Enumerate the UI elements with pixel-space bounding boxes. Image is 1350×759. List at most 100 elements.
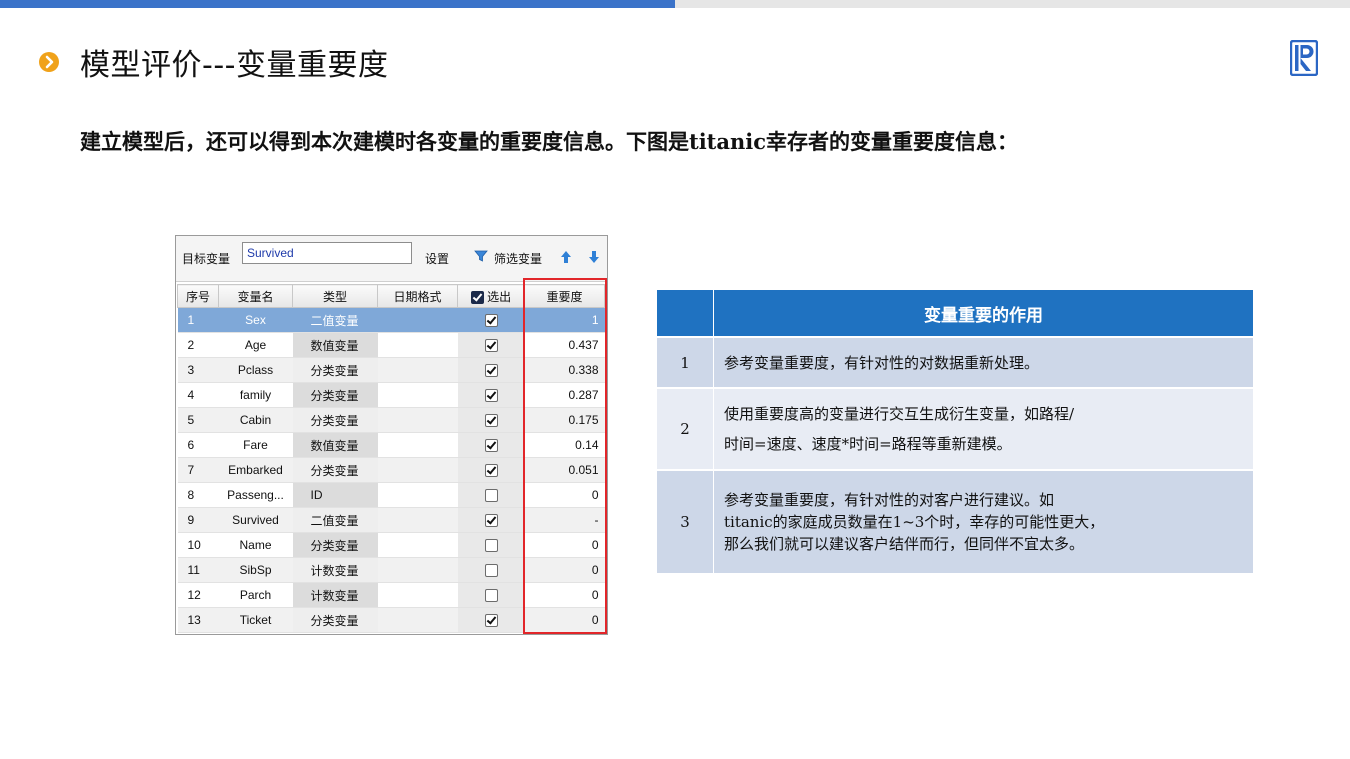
- row-index: 5: [177, 407, 219, 433]
- select-checkbox[interactable]: [484, 464, 498, 478]
- info-row-text: 使用重要度高的变量进行交互生成衍生变量，如路程/ 时间=速度、速度*时间=路程等…: [713, 387, 1253, 470]
- importance-value: 0.287: [524, 382, 605, 408]
- table-row[interactable]: 6 Fare 数值变量 0.14: [177, 432, 605, 458]
- select-all-checkbox[interactable]: [470, 290, 484, 304]
- select-checkbox[interactable]: [484, 339, 498, 353]
- select-checkbox[interactable]: [484, 539, 498, 553]
- select-checkbox[interactable]: [484, 614, 498, 628]
- table-row[interactable]: 10 Name 分类变量 0: [177, 532, 605, 558]
- info-row: 2 使用重要度高的变量进行交互生成衍生变量，如路程/ 时间=速度、速度*时间=路…: [657, 387, 1253, 470]
- selected-cell: [457, 482, 525, 508]
- selected-cell: [457, 407, 525, 433]
- date-format-cell[interactable]: [377, 407, 458, 433]
- select-checkbox[interactable]: [484, 489, 498, 503]
- row-index: 7: [177, 457, 219, 483]
- date-format-cell[interactable]: [377, 332, 458, 358]
- variable-type-select[interactable]: 数值变量: [292, 432, 378, 458]
- info-text-line: 时间=速度、速度*时间=路程等重新建模。: [724, 435, 1012, 453]
- top-gray-bar: [675, 0, 1350, 8]
- importance-value: 0.14: [524, 432, 605, 458]
- settings-button[interactable]: 设置: [425, 250, 449, 267]
- variable-type-select[interactable]: ID: [292, 482, 378, 508]
- variable-type-select[interactable]: 分类变量: [292, 407, 378, 433]
- info-header-title: 变量重要的作用: [713, 290, 1253, 337]
- table-row[interactable]: 2 Age 数值变量 0.437: [177, 332, 605, 358]
- date-format-cell[interactable]: [377, 457, 458, 483]
- selected-cell: [457, 382, 525, 408]
- col-header-selected[interactable]: 选出: [457, 284, 525, 308]
- info-row-num: 2: [657, 387, 714, 470]
- info-row-text: 参考变量重要度，有针对性的对客户进行建议。如 titanic的家庭成员数量在1~…: [713, 469, 1253, 573]
- variable-type-select[interactable]: 计数变量: [292, 557, 378, 583]
- date-format-cell[interactable]: [377, 357, 458, 383]
- importance-value: 0.175: [524, 407, 605, 433]
- select-checkbox[interactable]: [484, 414, 498, 428]
- filter-variables-button[interactable]: 筛选变量: [494, 250, 542, 267]
- filter-icon[interactable]: [473, 248, 489, 267]
- select-checkbox[interactable]: [484, 514, 498, 528]
- variable-type-select[interactable]: 分类变量: [292, 382, 378, 408]
- variable-type-select[interactable]: 分类变量: [292, 457, 378, 483]
- variable-name: SibSp: [218, 557, 293, 583]
- selected-cell: [457, 582, 525, 608]
- info-row: 1 参考变量重要度，有针对性的对数据重新处理。: [657, 336, 1253, 388]
- arrow-down-icon[interactable]: [587, 249, 601, 268]
- table-row[interactable]: 11 SibSp 计数变量 0: [177, 557, 605, 583]
- importance-value: 0: [524, 607, 605, 633]
- selected-cell: [457, 607, 525, 633]
- variable-type-select[interactable]: 分类变量: [292, 357, 378, 383]
- date-format-cell[interactable]: [377, 482, 458, 508]
- table-row[interactable]: 1 Sex 二值变量 1: [177, 307, 605, 333]
- date-format-cell[interactable]: [377, 507, 458, 533]
- date-format-cell[interactable]: [377, 432, 458, 458]
- info-text-line: titanic的家庭成员数量在1~3个时，幸存的可能性更大，: [724, 513, 1105, 531]
- table-row[interactable]: 8 Passeng... ID 0: [177, 482, 605, 508]
- date-format-cell[interactable]: [377, 532, 458, 558]
- table-row[interactable]: 4 family 分类变量 0.287: [177, 382, 605, 408]
- variable-type-select[interactable]: 数值变量: [292, 332, 378, 358]
- select-checkbox[interactable]: [484, 564, 498, 578]
- variable-name: Survived: [218, 507, 293, 533]
- variable-name: Ticket: [218, 607, 293, 633]
- variable-name: Parch: [218, 582, 293, 608]
- importance-value: -: [524, 507, 605, 533]
- date-format-cell[interactable]: [377, 607, 458, 633]
- info-header-num: [657, 290, 714, 337]
- col-header-type[interactable]: 类型: [292, 284, 378, 308]
- table-row[interactable]: 13 Ticket 分类变量 0: [177, 607, 605, 633]
- date-format-cell[interactable]: [377, 307, 458, 333]
- select-checkbox[interactable]: [484, 364, 498, 378]
- table-row[interactable]: 7 Embarked 分类变量 0.051: [177, 457, 605, 483]
- col-header-name[interactable]: 变量名: [218, 284, 293, 308]
- date-format-cell[interactable]: [377, 557, 458, 583]
- variables-table: 序号 变量名 类型 日期格式 选出 重要度 1 Sex 二值变量 1 2 Age 数值变量 0…: [177, 284, 605, 633]
- row-index: 2: [177, 332, 219, 358]
- variable-type-select[interactable]: 二值变量: [292, 307, 378, 333]
- target-variable-input[interactable]: [242, 242, 412, 264]
- row-index: 1: [177, 307, 219, 333]
- variable-type-select[interactable]: 计数变量: [292, 582, 378, 608]
- info-table: 变量重要的作用 1 参考变量重要度，有针对性的对数据重新处理。 2 使用重要度高…: [657, 290, 1253, 573]
- select-checkbox[interactable]: [484, 589, 498, 603]
- date-format-cell[interactable]: [377, 582, 458, 608]
- select-checkbox[interactable]: [484, 314, 498, 328]
- variable-type-select[interactable]: 分类变量: [292, 532, 378, 558]
- info-row-num: 3: [657, 469, 714, 573]
- table-row[interactable]: 3 Pclass 分类变量 0.338: [177, 357, 605, 383]
- table-row[interactable]: 5 Cabin 分类变量 0.175: [177, 407, 605, 433]
- col-header-date-format[interactable]: 日期格式: [377, 284, 458, 308]
- select-checkbox[interactable]: [484, 389, 498, 403]
- col-header-index[interactable]: 序号: [177, 284, 219, 308]
- info-row: 3 参考变量重要度，有针对性的对客户进行建议。如 titanic的家庭成员数量在…: [657, 469, 1253, 573]
- select-checkbox[interactable]: [484, 439, 498, 453]
- variable-name: Fare: [218, 432, 293, 458]
- col-header-importance[interactable]: 重要度: [524, 284, 605, 308]
- variable-type-select[interactable]: 二值变量: [292, 507, 378, 533]
- variable-type-select[interactable]: 分类变量: [292, 607, 378, 633]
- info-text-line: 参考变量重要度，有针对性的对客户进行建议。如: [724, 491, 1055, 509]
- table-row[interactable]: 9 Survived 二值变量 -: [177, 507, 605, 533]
- date-format-cell[interactable]: [377, 382, 458, 408]
- table-row[interactable]: 12 Parch 计数变量 0: [177, 582, 605, 608]
- info-row-num: 1: [657, 336, 714, 388]
- arrow-up-icon[interactable]: [559, 249, 573, 268]
